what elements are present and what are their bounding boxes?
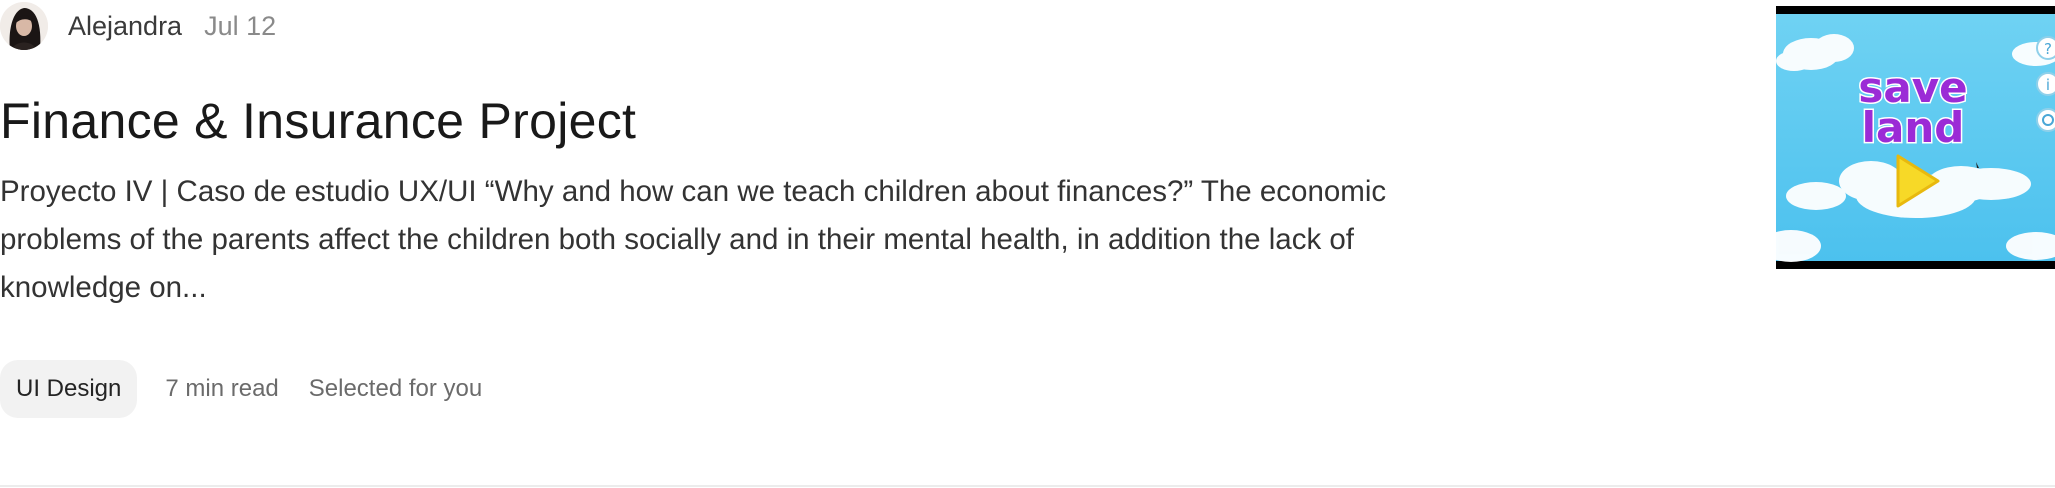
help-icon: ? bbox=[2036, 36, 2055, 60]
game-logo: save land bbox=[1857, 62, 1969, 154]
settings-icon bbox=[2036, 108, 2055, 132]
author-name[interactable]: Alejandra bbox=[68, 11, 182, 42]
info-icon: i bbox=[2036, 72, 2055, 96]
post-excerpt[interactable]: Proyecto IV | Caso de estudio UX/UI “Why… bbox=[0, 168, 1440, 312]
svg-text:?: ? bbox=[2044, 40, 2052, 58]
author-row: Alejandra Jul 12 bbox=[0, 0, 276, 52]
post-date: Jul 12 bbox=[204, 10, 277, 41]
post-thumbnail[interactable]: save land ? i bbox=[1776, 6, 2055, 269]
game-logo-line2: land bbox=[1862, 103, 1965, 152]
post-meta-row: UI Design 7 min read Selected for you bbox=[0, 360, 482, 418]
post-card[interactable]: Alejandra Jul 12 Finance & Insurance Pro… bbox=[0, 0, 2055, 488]
topic-tag[interactable]: UI Design bbox=[0, 360, 138, 418]
read-time: 7 min read bbox=[165, 375, 279, 402]
selection-note: Selected for you bbox=[308, 375, 483, 402]
post-title[interactable]: Finance & Insurance Project bbox=[0, 92, 636, 150]
card-divider bbox=[0, 485, 2055, 487]
author-avatar[interactable] bbox=[0, 2, 48, 50]
svg-text:i: i bbox=[2046, 76, 2050, 94]
